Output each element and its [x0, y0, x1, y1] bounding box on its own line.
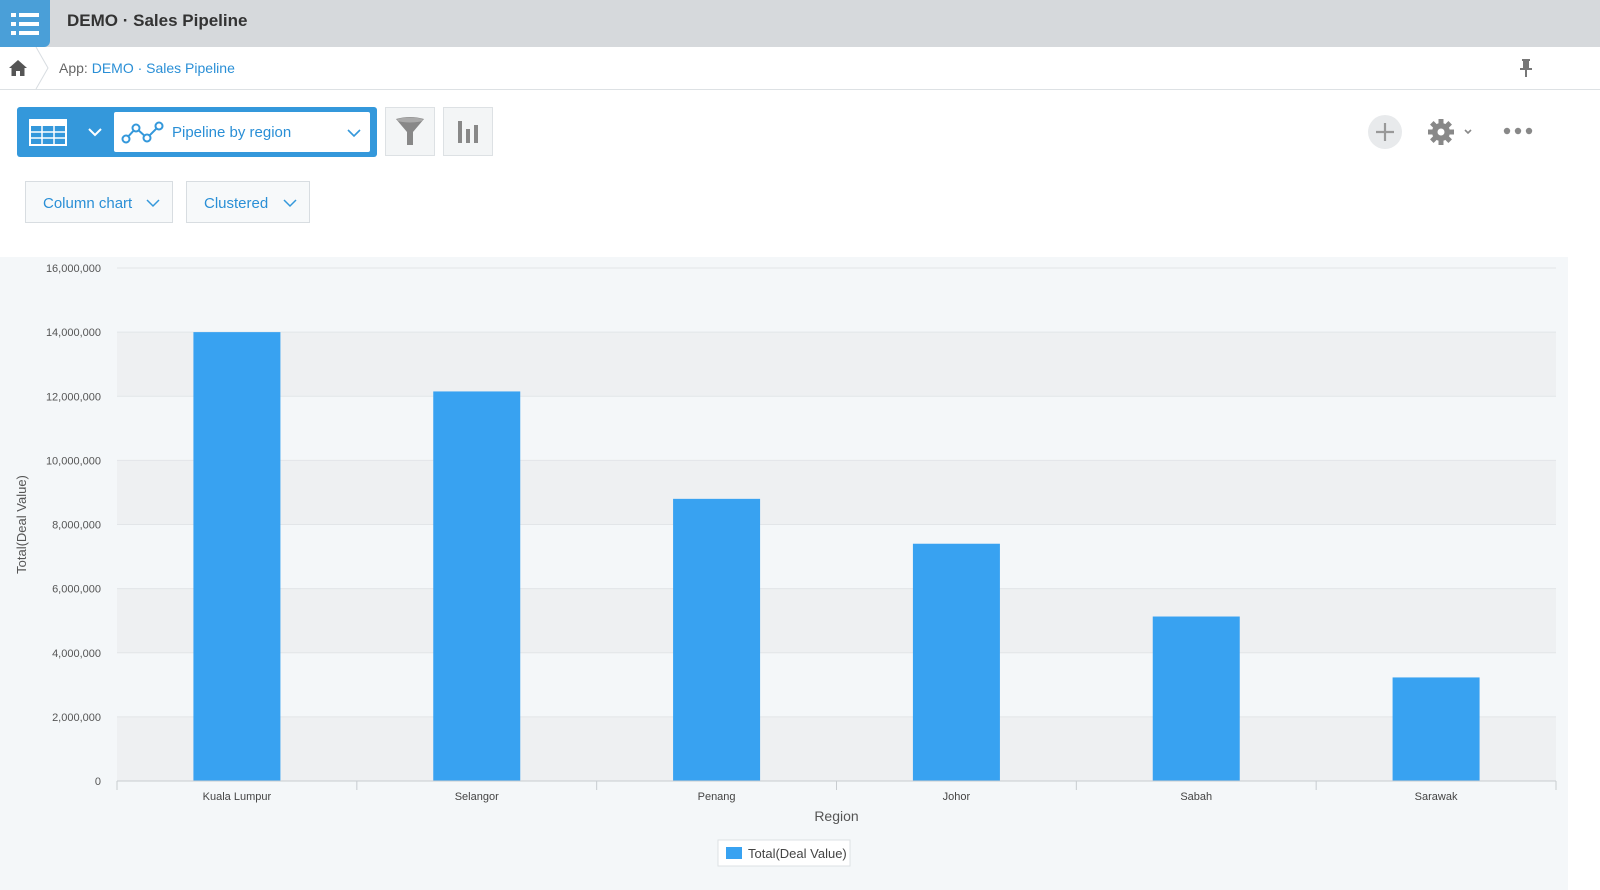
chart-mode-dropdown[interactable]: Clustered [186, 181, 310, 223]
x-tick-label: Selangor [455, 791, 499, 803]
breadcrumb-bar: App: DEMO · Sales Pipeline [0, 47, 1600, 90]
chart-mode-label: Clustered [204, 195, 269, 212]
x-axis-title: Region [814, 808, 858, 824]
breadcrumb-separator [35, 47, 49, 89]
graph-settings-button[interactable] [443, 107, 493, 156]
grid-band [117, 588, 1556, 653]
home-icon[interactable] [6, 57, 30, 79]
filter-button[interactable] [385, 107, 435, 156]
column-chart: 0 2,000,000 4,000,000 6,000,000 8,000,000 10,… [14, 263, 1557, 867]
app-header: DEMO · Sales Pipeline [0, 0, 1600, 47]
y-tick-label: 16,000,000 [46, 263, 101, 275]
y-tick-label: 6,000,000 [52, 584, 101, 596]
x-tick-label: Johor [943, 791, 971, 803]
legend-swatch [726, 847, 742, 859]
legend-label: Total(Deal Value) [748, 846, 847, 861]
grid-band [117, 716, 1556, 781]
bar [912, 543, 1000, 781]
bar [193, 332, 281, 781]
settings-button[interactable] [1427, 117, 1477, 147]
more-button[interactable] [1502, 124, 1534, 138]
list-icon[interactable] [0, 0, 50, 47]
view-name: Pipeline by region [172, 124, 292, 141]
bar [433, 391, 521, 781]
y-tick-label: 14,000,000 [46, 327, 101, 339]
y-axis-title: Total(Deal Value) [14, 475, 29, 574]
bar [1152, 616, 1240, 781]
pin-icon[interactable] [1517, 58, 1535, 78]
y-tick-label: 10,000,000 [46, 455, 101, 467]
gear-icon [1428, 119, 1472, 145]
chevron-down-icon [347, 126, 361, 140]
x-tick-label: Sarawak [1415, 791, 1458, 803]
chevron-down-icon [283, 196, 297, 210]
y-tick-label: 4,000,000 [52, 648, 101, 660]
y-tick-label: 8,000,000 [52, 520, 101, 532]
view-selector: Pipeline by region [17, 107, 377, 157]
breadcrumb-app-link[interactable]: DEMO · Sales Pipeline [92, 60, 235, 76]
chart-type-label: Column chart [43, 195, 133, 212]
breadcrumb-prefix: App: [59, 60, 88, 76]
chevron-down-icon[interactable] [87, 124, 103, 140]
plus-icon [1376, 123, 1394, 141]
graph-icon [121, 120, 165, 146]
view-dropdown[interactable]: Pipeline by region [114, 112, 370, 152]
app-title: DEMO · Sales Pipeline [67, 11, 248, 30]
bar [673, 498, 761, 781]
chart-area: 0 2,000,000 4,000,000 6,000,000 8,000,000 10,… [0, 257, 1568, 890]
grid-band [117, 332, 1556, 397]
x-tick-label: Kuala Lumpur [203, 791, 272, 803]
more-icon [1503, 127, 1533, 135]
grid-band [117, 460, 1556, 525]
table-icon[interactable] [29, 119, 67, 146]
x-tick-label: Sabah [1180, 791, 1212, 803]
add-button[interactable] [1368, 115, 1402, 149]
y-tick-label: 0 [95, 776, 101, 788]
chevron-down-icon [146, 196, 160, 210]
x-tick-label: Penang [698, 791, 736, 803]
filter-icon [396, 116, 424, 145]
bar [1392, 677, 1480, 781]
breadcrumb: App: DEMO · Sales Pipeline [59, 60, 235, 76]
y-tick-label: 2,000,000 [52, 712, 101, 724]
bar-chart-icon [458, 120, 478, 143]
chart-type-dropdown[interactable]: Column chart [25, 181, 173, 223]
y-tick-label: 12,000,000 [46, 391, 101, 403]
